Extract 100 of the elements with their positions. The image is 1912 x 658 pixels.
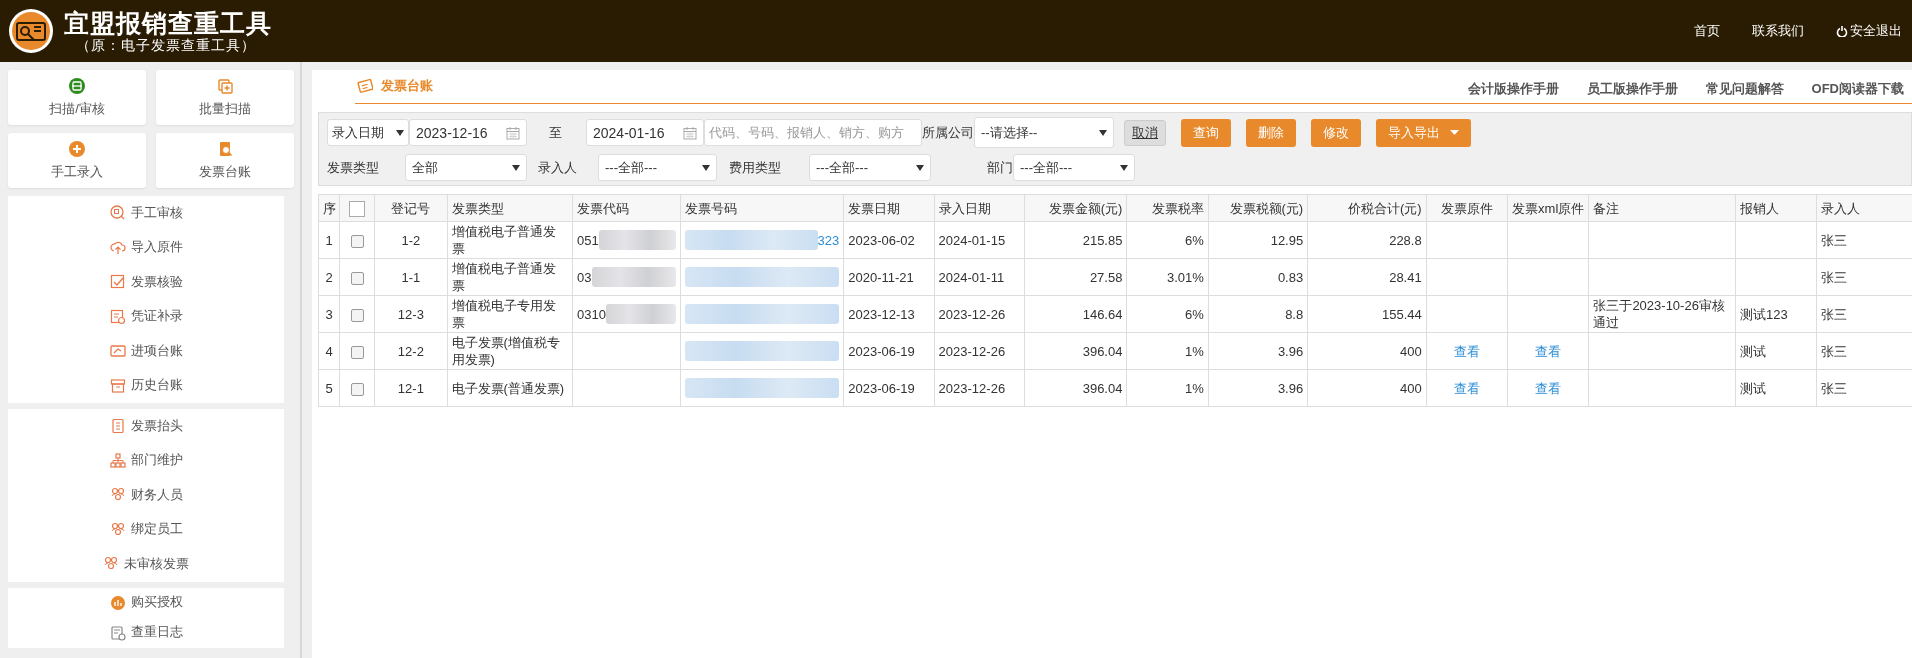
ticket-icon	[357, 78, 373, 94]
column-header: 报销人	[1735, 194, 1817, 222]
column-header: 录入日期	[934, 194, 1025, 222]
table-cell: 1	[318, 221, 340, 259]
help-link[interactable]: 会计版操作手册	[1467, 80, 1559, 98]
table-cell: 146.64	[1024, 295, 1127, 333]
table-cell: 12-3	[374, 295, 448, 333]
row-checkbox[interactable]	[350, 271, 364, 285]
row-checkbox[interactable]	[350, 308, 364, 322]
sidebar-item[interactable]: 未审核发票	[8, 547, 284, 582]
sidebar-tile[interactable]: 扫描/审核	[8, 70, 146, 125]
sidebar-item[interactable]: 手工审核	[8, 196, 284, 231]
table-cell: 12.95	[1208, 221, 1308, 259]
range-label: 至	[549, 123, 562, 142]
sidebar-item[interactable]: 历史台账	[8, 368, 284, 403]
table-cell: 3.96	[1208, 332, 1308, 370]
table-cell: 400	[1307, 332, 1427, 370]
row-checkbox[interactable]	[350, 234, 364, 248]
table-cell: 155.44	[1307, 295, 1427, 333]
view-link[interactable]: 查看	[1453, 380, 1480, 396]
view-link[interactable]: 查看	[1453, 343, 1480, 359]
filter-label: 部门	[987, 158, 1013, 177]
sidebar-item[interactable]: 绑定员工	[8, 512, 284, 547]
table-cell: 3.01%	[1126, 258, 1209, 296]
table-cell: 2024-01-11	[934, 258, 1025, 296]
column-header: 发票税额(元)	[1208, 194, 1308, 222]
table-cell: 测试	[1735, 332, 1817, 370]
help-link[interactable]: OFD阅读器下载	[1811, 80, 1904, 98]
sidebar-item[interactable]: 购买授权	[8, 587, 284, 618]
filter-select[interactable]: ---全部---	[809, 154, 931, 181]
table-cell: 电子发票(普通发票)	[447, 369, 573, 407]
invoice-number-link[interactable]: 323	[817, 231, 840, 249]
table-cell: 2023-12-26	[934, 295, 1025, 333]
sidebar-tile[interactable]: 批量扫描	[156, 70, 294, 125]
sidebar-item[interactable]: 部门维护	[8, 443, 284, 478]
table-cell: 电子发票(增值税专用发票)	[447, 332, 573, 370]
table-cell: 6%	[1126, 295, 1209, 333]
plus-icon	[69, 140, 85, 157]
column-header: 价税合计(元)	[1307, 194, 1427, 222]
people-icon	[109, 521, 126, 538]
table-cell: 2	[318, 258, 340, 296]
sidebar-item[interactable]: 发票抬头	[8, 409, 284, 444]
column-header: 发票原件	[1426, 194, 1508, 222]
filter-select[interactable]: 全部	[405, 154, 527, 181]
date-type-select[interactable]: 录入日期	[327, 119, 409, 146]
table-cell: 测试123	[1735, 295, 1817, 333]
chart-icon	[109, 594, 126, 611]
table-cell: 2024-01-15	[934, 221, 1025, 259]
column-header: 发票税率	[1126, 194, 1209, 222]
table-cell: 测试	[1735, 369, 1817, 407]
table-cell: 张三于2023-10-26审核通过	[1588, 295, 1736, 333]
logo-icon	[8, 8, 54, 54]
table-cell: 3.96	[1208, 369, 1308, 407]
view-link[interactable]: 查看	[1535, 343, 1562, 359]
magnifier-icon	[109, 205, 126, 222]
calendar-icon	[506, 125, 520, 140]
filter-select[interactable]: ---全部---	[1013, 154, 1135, 181]
column-header: 发票金额(元)	[1024, 194, 1127, 222]
table-cell: 8.8	[1208, 295, 1308, 333]
help-link[interactable]: 常见问题解答	[1705, 80, 1784, 98]
checkbox-icon	[109, 274, 126, 291]
app-title: 宜盟报销查重工具	[64, 9, 272, 37]
column-header: 登记号	[374, 194, 448, 222]
sidebar-item[interactable]: 导入原件	[8, 230, 284, 265]
add-copy-icon	[217, 77, 233, 94]
date-field[interactable]: 2023-12-16	[409, 119, 527, 146]
row-checkbox[interactable]	[350, 382, 364, 396]
table-cell: 1%	[1126, 332, 1209, 370]
logout-link[interactable]: 安全退出	[1836, 22, 1902, 40]
invoice-code: 03	[577, 268, 592, 286]
sidebar-item[interactable]: 财务人员	[8, 478, 284, 513]
field-label: 所属公司	[922, 123, 974, 142]
sidebar-tile[interactable]: 手工录入	[8, 133, 146, 188]
table-cell: 2020-11-21	[843, 258, 935, 296]
table-cell: 1-1	[374, 258, 448, 296]
caret-icon	[1450, 130, 1459, 135]
filter-select[interactable]: ---全部---	[598, 154, 717, 181]
sidebar-item[interactable]: 查重日志	[8, 617, 284, 648]
nav-link[interactable]: 联系我们	[1752, 22, 1804, 40]
sidebar-tile[interactable]: 发票台账	[156, 133, 294, 188]
table-cell: 28.41	[1307, 258, 1427, 296]
search-document-icon	[217, 140, 233, 157]
row-checkbox[interactable]	[350, 345, 364, 359]
table-cell: 6%	[1126, 221, 1209, 259]
select-all-checkbox[interactable]	[349, 200, 366, 217]
cancel-button[interactable]: 取消	[1124, 119, 1166, 146]
sidebar-item[interactable]: 进项台账	[8, 334, 284, 369]
date-field[interactable]: 2024-01-16	[586, 119, 704, 146]
view-link[interactable]: 查看	[1535, 380, 1562, 396]
table-cell: 2023-12-13	[843, 295, 935, 333]
sidebar-item[interactable]: 凭证补录	[8, 299, 284, 334]
filter-label: 费用类型	[729, 158, 782, 177]
search-field[interactable]: 代码、号码、报销人、销方、购方	[704, 119, 922, 146]
nav-link[interactable]: 首页	[1694, 22, 1720, 40]
column-header: 序	[318, 194, 340, 222]
help-link[interactable]: 员工版操作手册	[1586, 80, 1678, 98]
table-cell: 2023-06-19	[843, 369, 935, 407]
company-select[interactable]: --请选择--	[974, 117, 1114, 148]
sidebar-item[interactable]: 发票核验	[8, 265, 284, 300]
log-icon	[109, 624, 126, 641]
